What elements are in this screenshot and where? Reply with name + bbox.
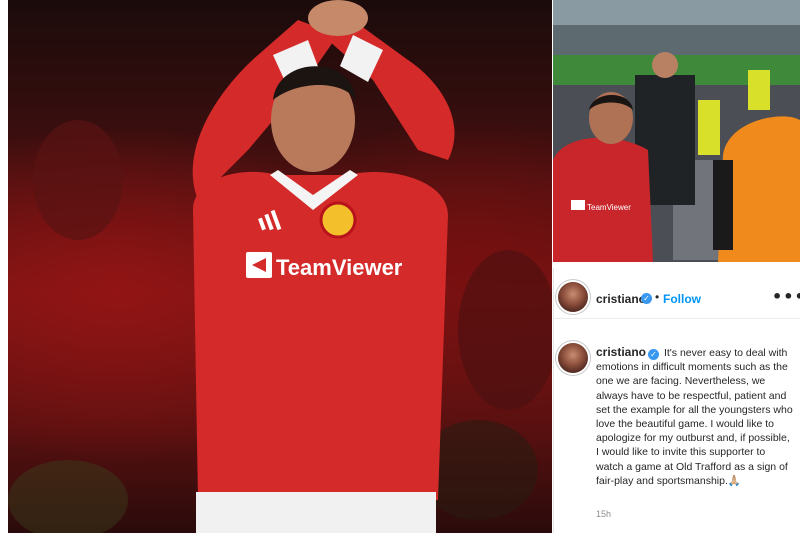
main-photo[interactable]: TeamViewer xyxy=(8,0,552,533)
header-username[interactable]: cristiano xyxy=(596,292,646,306)
more-options-icon[interactable]: ••• xyxy=(772,287,800,306)
jersey-sponsor-text: TeamViewer xyxy=(276,255,403,280)
caption-verified-icon: ✓ xyxy=(648,349,660,360)
thumbnail-photo[interactable]: TeamViewer xyxy=(553,0,800,262)
thumbnail-sponsor-text: TeamViewer xyxy=(587,203,631,212)
follow-button[interactable]: Follow xyxy=(663,292,701,306)
dot-separator: • xyxy=(655,290,660,304)
stadium-scene: TeamViewer xyxy=(553,0,800,262)
post-panel: cristiano ✓ • Follow ••• cristiano✓ It's… xyxy=(553,268,800,533)
caption-avatar[interactable] xyxy=(558,343,588,373)
post-caption: cristiano ✓ It's never easy to deal with … xyxy=(596,345,794,488)
post-timestamp[interactable]: 15h xyxy=(596,509,611,519)
caption-text: It's never easy to deal with emotions in… xyxy=(596,347,793,487)
profile-avatar[interactable] xyxy=(558,282,588,312)
verified-badge-icon: ✓ xyxy=(641,293,652,304)
post-header: cristiano ✓ • Follow ••• xyxy=(554,278,800,319)
player-illustration: TeamViewer xyxy=(8,0,552,533)
caption-username[interactable]: cristiano xyxy=(596,345,646,359)
